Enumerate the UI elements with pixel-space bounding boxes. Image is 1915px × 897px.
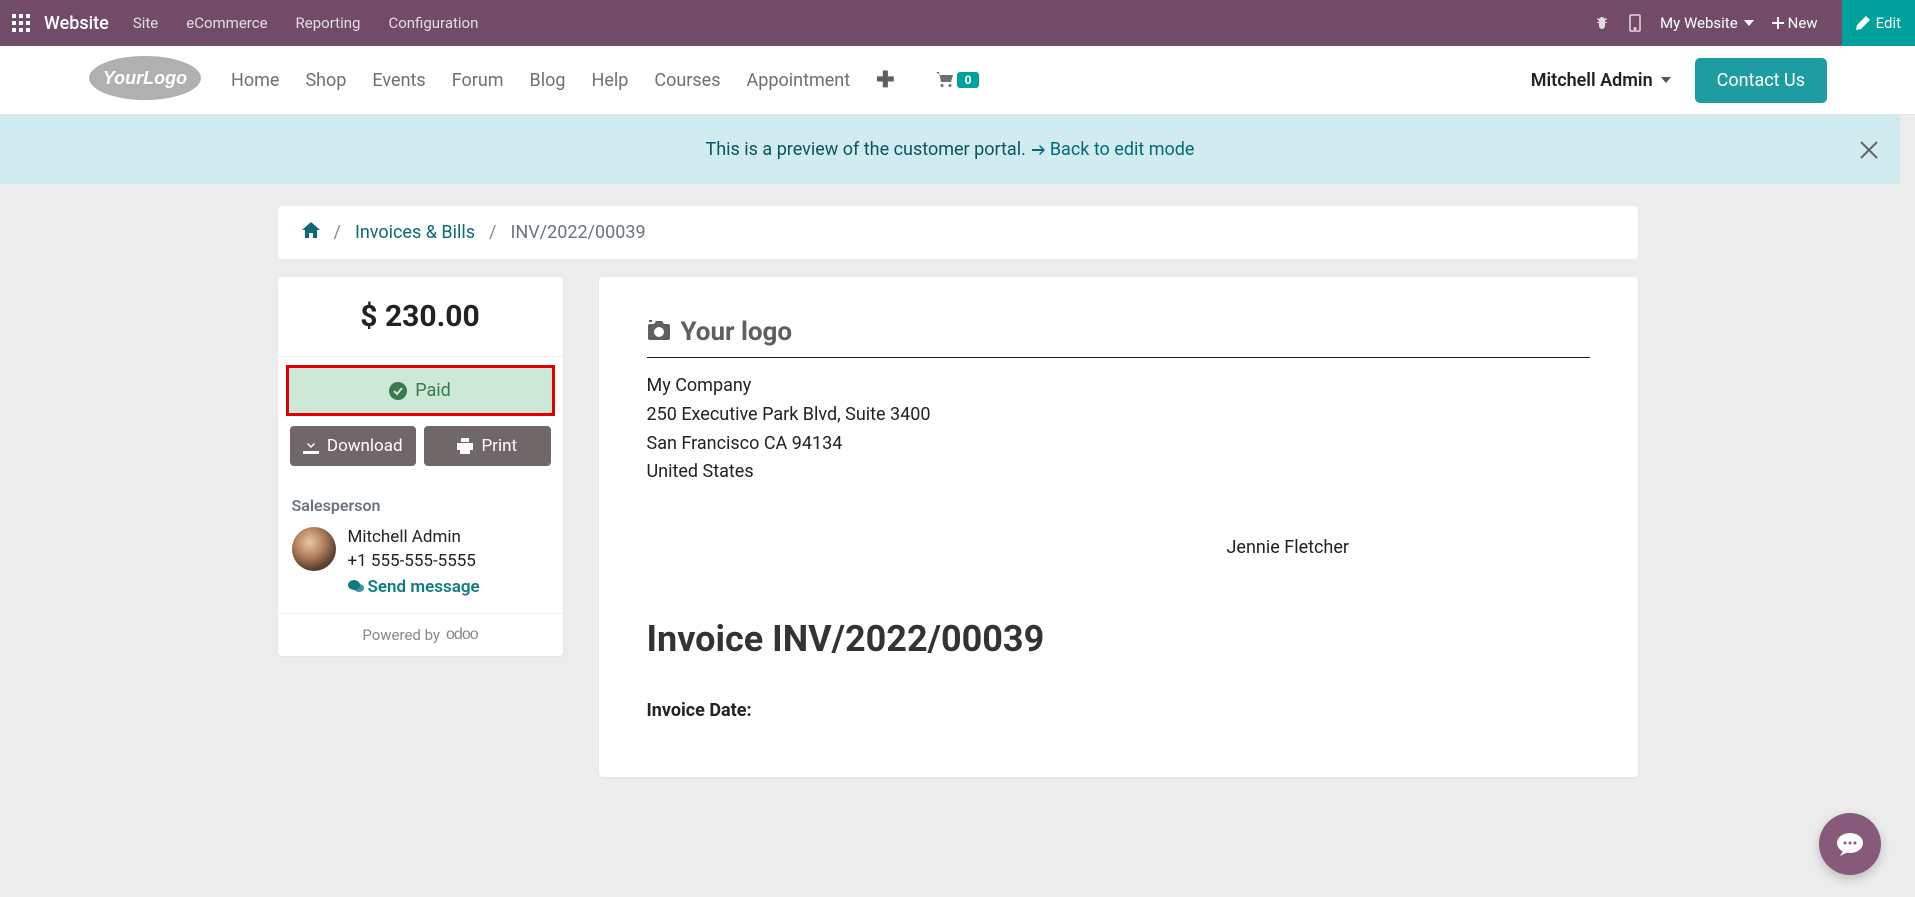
website-selector[interactable]: My Website	[1660, 14, 1754, 32]
breadcrumb-sep: /	[334, 222, 341, 243]
mobile-icon[interactable]	[1628, 14, 1642, 32]
breadcrumb-current: INV/2022/00039	[510, 222, 645, 243]
download-button[interactable]: Download	[290, 426, 417, 466]
site-nav-bar: YourLogo Home Shop Events Forum Blog Hel…	[0, 46, 1915, 115]
salesperson-label: Salesperson	[292, 496, 549, 515]
top-bar: Website Site eCommerce Reporting Configu…	[0, 0, 1915, 46]
salesperson-avatar	[292, 527, 336, 571]
menu-ecommerce[interactable]: eCommerce	[186, 14, 267, 32]
send-message-link[interactable]: Send message	[348, 577, 480, 597]
arrow-right-icon	[1032, 143, 1046, 157]
invoice-amount: $ 230.00	[278, 277, 563, 357]
user-dropdown[interactable]: Mitchell Admin	[1531, 70, 1671, 91]
check-circle-icon	[389, 382, 407, 400]
invoice-date-label: Invoice Date:	[647, 700, 1590, 721]
company-city: San Francisco CA 94134	[647, 430, 1590, 459]
menu-reporting[interactable]: Reporting	[296, 14, 361, 32]
contact-us-button[interactable]: Contact Us	[1695, 58, 1827, 103]
company-address: My Company 250 Executive Park Blvd, Suit…	[647, 372, 1590, 487]
invoice-title: Invoice INV/2022/00039	[647, 618, 1590, 660]
print-icon	[457, 438, 473, 454]
nav-forum[interactable]: Forum	[452, 70, 504, 91]
chat-fab[interactable]	[1819, 813, 1881, 875]
cart-count: 0	[957, 72, 980, 88]
menu-site[interactable]: Site	[133, 14, 158, 32]
breadcrumb-sep: /	[489, 222, 496, 243]
preview-banner: This is a preview of the customer portal…	[0, 115, 1900, 184]
scroll-area[interactable]: This is a preview of the customer portal…	[0, 115, 1915, 897]
svg-text:YourLogo: YourLogo	[103, 68, 187, 88]
top-menu: Site eCommerce Reporting Configuration	[133, 14, 479, 32]
company-logo-text: Your logo	[681, 317, 793, 347]
send-message-label: Send message	[368, 577, 480, 597]
chat-icon	[1836, 832, 1864, 856]
banner-close-icon[interactable]	[1858, 139, 1880, 161]
print-button[interactable]: Print	[424, 426, 551, 466]
download-icon	[303, 438, 319, 454]
banner-text: This is a preview of the customer portal…	[706, 139, 1026, 160]
print-label: Print	[481, 436, 517, 456]
camera-icon	[647, 320, 671, 344]
site-logo[interactable]: YourLogo	[88, 54, 231, 106]
apps-icon[interactable]	[12, 14, 44, 32]
powered-by-text: Powered by	[362, 626, 440, 644]
nav-courses[interactable]: Courses	[654, 70, 720, 91]
company-street: 250 Executive Park Blvd, Suite 3400	[647, 401, 1590, 430]
nav-add-icon[interactable]: ✚	[876, 68, 894, 93]
download-label: Download	[327, 436, 403, 456]
nav-help[interactable]: Help	[592, 70, 629, 91]
nav-events[interactable]: Events	[372, 70, 425, 91]
edit-button[interactable]: Edit	[1842, 0, 1915, 46]
caret-down-icon	[1744, 20, 1754, 26]
paid-status-highlighted: Paid	[286, 365, 555, 416]
pencil-icon	[1856, 16, 1870, 30]
new-button[interactable]: New	[1772, 14, 1818, 32]
invoice-document: Your logo My Company 250 Executive Park …	[599, 277, 1638, 777]
nav-blog[interactable]: Blog	[530, 70, 566, 91]
breadcrumb: / Invoices & Bills / INV/2022/00039	[278, 206, 1638, 259]
comments-icon	[348, 580, 364, 594]
nav-appointment[interactable]: Appointment	[747, 70, 851, 91]
salesperson-name: Mitchell Admin	[348, 527, 480, 547]
user-name: Mitchell Admin	[1531, 70, 1653, 91]
powered-by: Powered by odoo	[278, 613, 563, 656]
cart-button[interactable]: 0	[935, 71, 980, 89]
odoo-logo: odoo	[446, 626, 478, 644]
website-selector-label: My Website	[1660, 14, 1738, 32]
company-country: United States	[647, 458, 1590, 487]
company-name: My Company	[647, 372, 1590, 401]
invoice-summary-card: $ 230.00 Paid Download Print	[278, 277, 563, 656]
customer-name: Jennie Fletcher	[1227, 537, 1590, 558]
breadcrumb-home-icon[interactable]	[302, 222, 320, 243]
plus-icon	[1772, 17, 1784, 29]
cart-icon	[935, 71, 955, 89]
salesperson-phone: +1 555-555-5555	[348, 551, 480, 571]
paid-label: Paid	[415, 380, 451, 401]
nav-home[interactable]: Home	[231, 70, 279, 91]
app-title[interactable]: Website	[44, 13, 109, 34]
breadcrumb-invoices[interactable]: Invoices & Bills	[355, 222, 475, 243]
edit-label: Edit	[1876, 14, 1901, 32]
caret-down-icon	[1661, 77, 1671, 83]
menu-configuration[interactable]: Configuration	[388, 14, 478, 32]
nav-shop[interactable]: Shop	[305, 70, 346, 91]
bug-icon[interactable]	[1594, 15, 1610, 31]
new-label: New	[1788, 14, 1818, 32]
back-to-edit-link[interactable]: Back to edit mode	[1032, 139, 1195, 160]
banner-link-text: Back to edit mode	[1050, 139, 1195, 160]
